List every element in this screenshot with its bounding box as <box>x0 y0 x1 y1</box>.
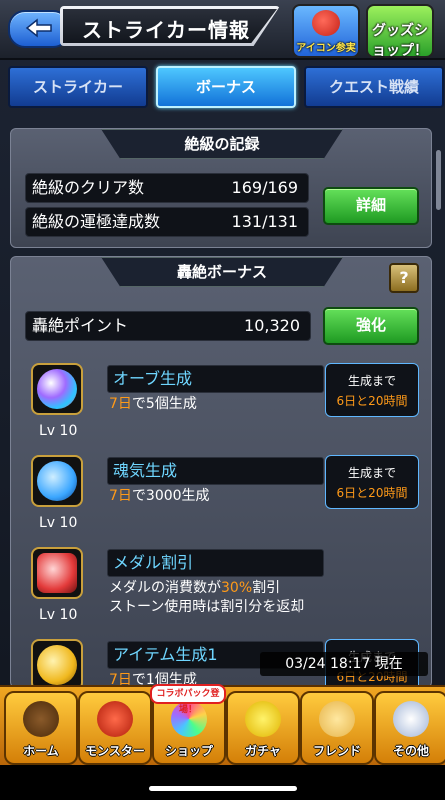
record-title: 絶級の記録 <box>101 129 343 159</box>
clear-count-value: 169/169 <box>231 178 298 197</box>
points-value: 10,320 <box>244 316 300 335</box>
luck-count-value: 131/131 <box>231 212 298 231</box>
icon-event-button[interactable]: アイコン参実 <box>292 4 360 58</box>
bell-icon <box>31 639 83 687</box>
bonus-timer: 生成まで 6日と20時間 <box>325 455 419 509</box>
tab-quest-record[interactable]: クエスト戦績 <box>304 66 444 108</box>
goods-shop-button[interactable]: グッズショップ！ <box>366 4 434 59</box>
bonus-item-soul: Lv 10 魂気生成 7日で3000生成 生成まで 6日と20時間 <box>25 455 429 543</box>
gacha-icon <box>245 701 281 737</box>
detail-button[interactable]: 詳細 <box>323 187 419 225</box>
bonus-timer: 生成まで 6日と20時間 <box>325 363 419 417</box>
help-button[interactable]: ? <box>389 263 419 293</box>
event-icon-caption: アイコン参実 <box>296 43 356 54</box>
monster-face-icon <box>312 10 340 36</box>
luck-count-row: 絶級の運極達成数 131/131 <box>25 207 309 237</box>
bonus-item-medal: Lv 10 メダル割引 メダルの消費数が30%割引 ストーン使用時は割引分を返却 <box>25 547 429 635</box>
bonus-item-orb: Lv 10 オーブ生成 7日で5個生成 生成まで 6日と20時間 <box>25 363 429 451</box>
bonus-level: Lv 10 <box>39 607 78 623</box>
question-icon <box>393 701 429 737</box>
nav-monster[interactable]: モンスター <box>78 691 152 765</box>
tab-striker[interactable]: ストライカー <box>8 66 148 108</box>
home-indicator[interactable] <box>149 786 297 791</box>
nav-gacha[interactable]: ガチャ <box>226 691 300 765</box>
collab-badge: コラボパック登場！ <box>150 684 226 715</box>
bonus-desc: メダルの消費数が30%割引 ストーン使用時は割引分を返却 <box>109 580 305 615</box>
friend-icon <box>319 701 355 737</box>
tab-bar: ストライカー ボーナス クエスト戦績 <box>0 66 445 108</box>
monster-icon <box>97 701 133 737</box>
home-indicator-area <box>0 765 445 800</box>
clear-count-label: 絶級のクリア数 <box>32 178 145 197</box>
timestamp: 03/24 18:17 現在 <box>260 652 428 676</box>
top-bar: ストライカー情報 アイコン参実 グッズショップ！ <box>0 0 445 60</box>
clear-count-row: 絶級のクリア数 169/169 <box>25 173 309 203</box>
bonus-level: Lv 10 <box>39 423 78 439</box>
scrollbar[interactable] <box>436 150 441 210</box>
enhance-button[interactable]: 強化 <box>323 307 419 345</box>
record-panel: 絶級の記録 絶級のクリア数 169/169 絶級の運極達成数 131/131 詳… <box>10 128 432 248</box>
nav-other[interactable]: その他 <box>374 691 445 765</box>
back-arrow-icon <box>25 18 52 38</box>
bonus-desc: 7日で5個生成 <box>109 396 197 412</box>
goods-icon-caption: グッズショップ！ <box>372 23 428 59</box>
home-icon <box>23 701 59 737</box>
medal-discount-icon <box>31 547 83 599</box>
bonus-desc: 7日で3000生成 <box>109 488 210 504</box>
bonus-title: 轟絶ボーナス <box>101 257 343 287</box>
points-row: 轟絶ポイント 10,320 <box>25 311 311 341</box>
orb-icon <box>31 363 83 415</box>
points-label: 轟絶ポイント <box>32 316 129 335</box>
tab-bonus[interactable]: ボーナス <box>156 66 296 108</box>
bonus-name: 魂気生成 <box>107 457 324 485</box>
bonus-level: Lv 10 <box>39 515 78 531</box>
nav-friend[interactable]: フレンド <box>300 691 374 765</box>
page-title: ストライカー情報 <box>82 18 250 42</box>
luck-count-label: 絶級の運極達成数 <box>32 212 161 231</box>
bonus-name: オーブ生成 <box>107 365 324 393</box>
bonus-panel: 轟絶ボーナス ? 轟絶ポイント 10,320 強化 Lv 10 オーブ生成 7日… <box>10 256 432 688</box>
nav-home[interactable]: ホーム <box>4 691 78 765</box>
bonus-name: メダル割引 <box>107 549 324 577</box>
soul-icon <box>31 455 83 507</box>
